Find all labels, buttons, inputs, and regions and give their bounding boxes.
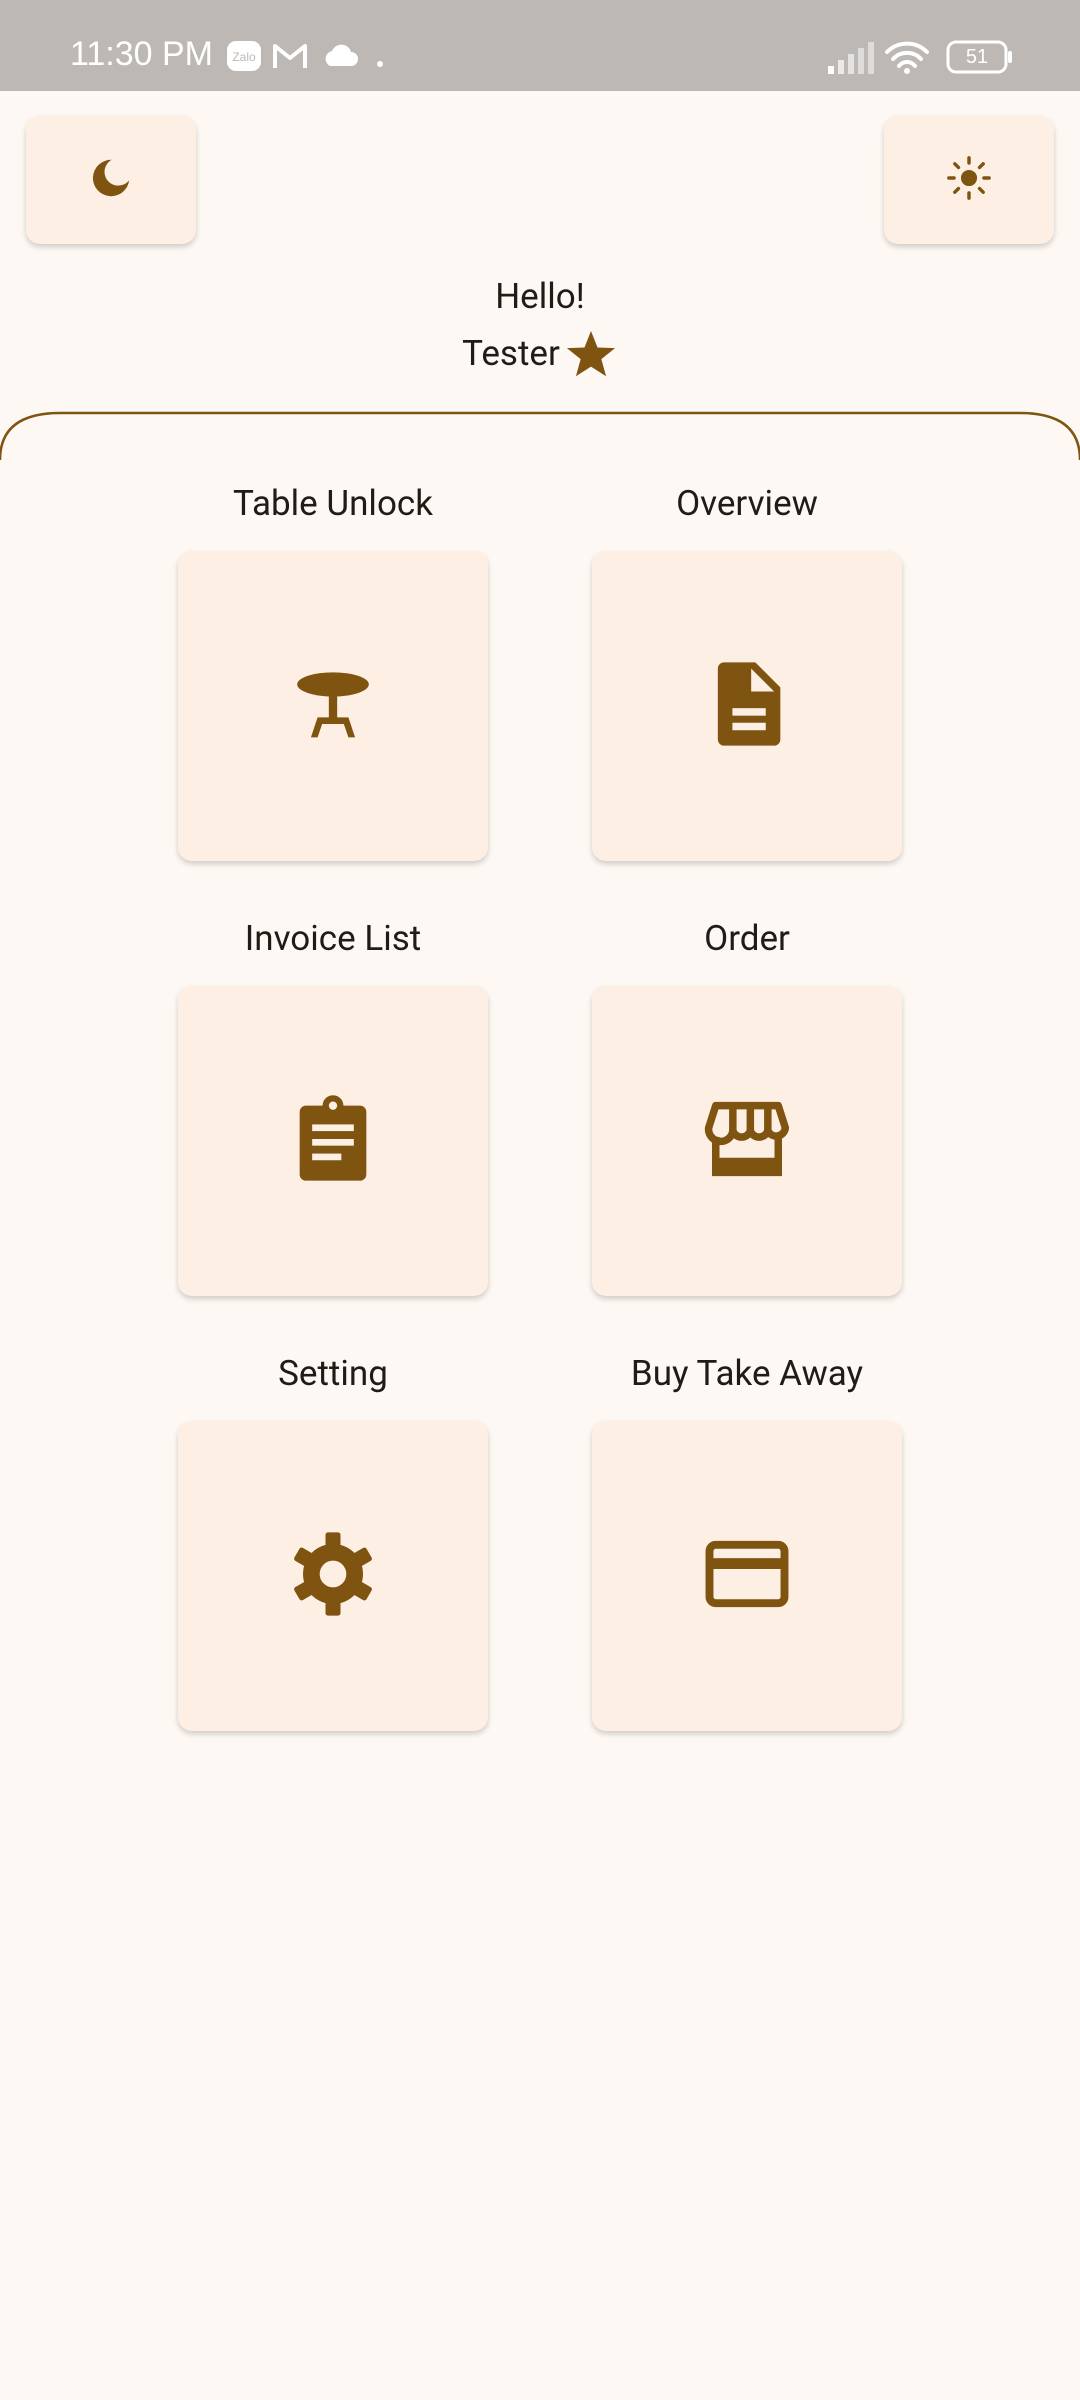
sun-icon	[946, 155, 992, 205]
dark-mode-button[interactable]	[26, 116, 196, 244]
status-time: 11:30 PM	[70, 35, 214, 73]
invoice-list-label: Invoice List	[244, 918, 422, 959]
battery-level: 51	[965, 46, 989, 68]
username: Tester	[462, 333, 560, 374]
header-divider	[0, 411, 1080, 461]
clipboard-icon	[283, 1089, 383, 1193]
overview-label: Overview	[676, 483, 818, 524]
order-label: Order	[704, 918, 790, 959]
dot-icon	[376, 53, 384, 72]
overview-button[interactable]	[592, 551, 902, 861]
document-icon	[697, 654, 797, 758]
store-icon	[697, 1089, 797, 1193]
moon-icon	[88, 155, 134, 205]
light-mode-button[interactable]	[884, 116, 1054, 244]
gear-icon	[283, 1524, 383, 1628]
buy-take-away-label: Buy Take Away	[630, 1353, 864, 1394]
gmail-icon	[272, 40, 308, 76]
wifi-icon	[884, 40, 930, 78]
buy-take-away-button[interactable]	[592, 1421, 902, 1731]
star-icon	[564, 327, 618, 381]
order-button[interactable]	[592, 986, 902, 1296]
svg-text:Zalo: Zalo	[232, 50, 256, 64]
invoice-list-button[interactable]	[178, 986, 488, 1296]
system-icons: 51	[820, 0, 1080, 91]
setting-label: Setting	[278, 1353, 388, 1394]
zalo-icon: Zalo	[226, 40, 262, 76]
battery-icon: 51	[946, 40, 1014, 78]
signal-icon	[826, 42, 874, 78]
status-bar: 11:30 PM Zalo 51	[0, 0, 1080, 91]
table-unlock-label: Table Unlock	[233, 483, 433, 524]
greeting-text: Hello!	[495, 276, 585, 317]
user-row: Tester	[0, 326, 1080, 382]
cloud-icon	[320, 40, 360, 76]
table-icon	[283, 654, 383, 758]
table-unlock-button[interactable]	[178, 551, 488, 861]
credit-card-icon	[697, 1524, 797, 1628]
setting-button[interactable]	[178, 1421, 488, 1731]
